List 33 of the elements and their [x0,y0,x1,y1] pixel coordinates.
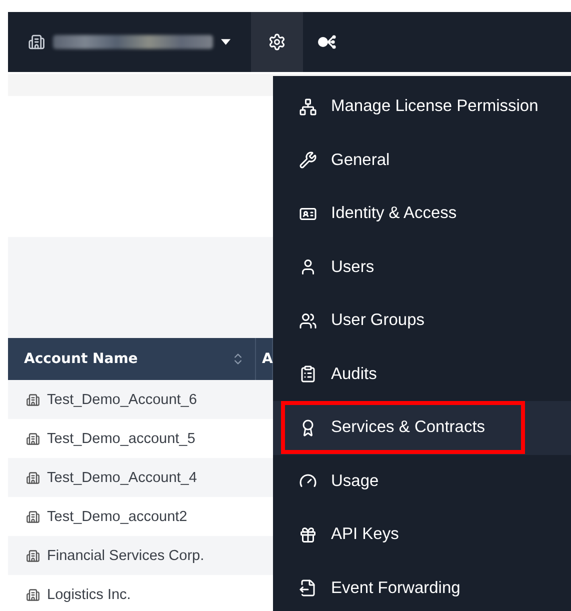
user-icon [299,258,317,276]
account-name-cell: Logistics Inc. [47,586,131,602]
menu-item[interactable]: User Groups [273,294,571,348]
account-name-cell: Test_Demo_Account_4 [47,470,197,486]
tools-icon [299,151,317,170]
building-icon [26,470,40,484]
building-icon [26,432,40,446]
account-name-cell: Test_Demo_Account_6 [47,392,197,408]
settings-button[interactable] [251,12,303,72]
menu-item[interactable]: Users [273,240,571,294]
settings-icon [268,33,286,51]
menu-item[interactable]: API Keys [273,508,571,562]
users-icon [299,312,317,330]
building-icon [26,588,40,602]
account-name-cell: Test_Demo_account2 [47,508,188,524]
menu-item[interactable]: General [273,134,571,187]
menu-item[interactable]: Event Forwarding [273,562,571,611]
gift-icon [299,526,317,544]
menu-item[interactable]: Audits [273,348,571,401]
account-name-cell: Financial Services Corp. [47,548,204,564]
account-name-cell: Test_Demo_account_5 [47,430,196,446]
building-icon [26,392,40,406]
menu-item[interactable]: Manage License Permission [273,80,571,134]
menu-item[interactable]: Services & Contracts [273,401,571,454]
menu-item[interactable]: Usage [273,454,571,508]
building-icon [28,33,46,51]
building-icon [26,510,40,524]
sitemap-icon [299,98,317,116]
clipboard-icon [299,365,317,384]
building-icon [26,548,40,562]
caret-icon[interactable] [221,39,231,45]
file-export-icon [299,579,317,598]
menu-item[interactable]: Identity & Access [273,187,571,240]
